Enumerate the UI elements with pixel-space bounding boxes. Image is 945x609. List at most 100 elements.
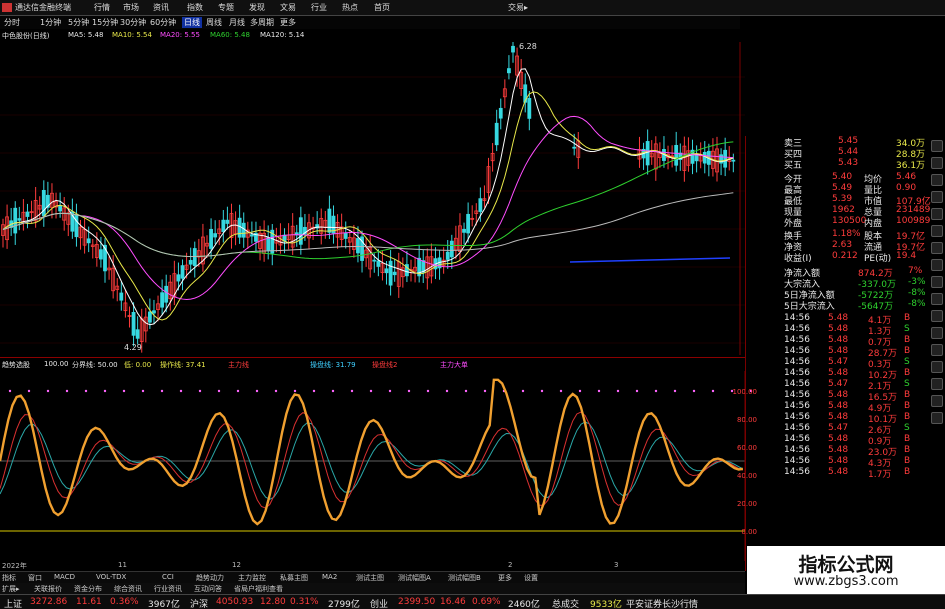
indicator-legend-trade: 操盘线: 31.79 bbox=[310, 361, 356, 369]
sidebar-tool-icon[interactable] bbox=[931, 412, 943, 424]
stat-value: 5.49 bbox=[832, 183, 853, 193]
period-tab-monthly[interactable]: 月线 bbox=[229, 17, 245, 28]
extension-tab[interactable]: 扩展▸ bbox=[2, 584, 20, 594]
menu-item-home[interactable]: 首页 bbox=[374, 2, 390, 13]
sidebar-tool-icon[interactable] bbox=[931, 395, 943, 407]
menu-item-news[interactable]: 资讯 bbox=[153, 2, 169, 13]
top-dot bbox=[597, 389, 601, 393]
period-tab-60min[interactable]: 60分钟 bbox=[150, 17, 176, 28]
top-dot bbox=[483, 389, 487, 393]
extension-tab[interactable]: 行业资讯 bbox=[154, 584, 182, 594]
sidebar-tool-icon[interactable] bbox=[931, 208, 943, 220]
menu-item-industry[interactable]: 行业 bbox=[311, 2, 327, 13]
sidebar-tool-icon[interactable] bbox=[931, 225, 943, 237]
oscillator-lines bbox=[0, 378, 744, 526]
period-tab-30min[interactable]: 30分钟 bbox=[120, 17, 146, 28]
period-tab-weekly[interactable]: 周线 bbox=[206, 17, 222, 28]
indicator-legend-100: 100.00 bbox=[44, 360, 69, 368]
sidebar-tool-icon[interactable] bbox=[931, 378, 943, 390]
menu-item-topics[interactable]: 专题 bbox=[218, 2, 234, 13]
price-grid bbox=[0, 76, 745, 344]
indicator-legend-midline: 分界线: 50.00 bbox=[72, 361, 118, 369]
indicator-tab[interactable]: MACD bbox=[54, 573, 75, 581]
low-price-label: 4.29 bbox=[124, 343, 142, 352]
sidebar-tool-icon[interactable] bbox=[931, 242, 943, 254]
candle-body bbox=[152, 310, 156, 314]
tick-price: 5.48 bbox=[828, 445, 849, 455]
sidebar-tool-icon[interactable] bbox=[931, 191, 943, 203]
period-tab-multi[interactable]: 多周期 bbox=[250, 17, 274, 28]
extension-tab[interactable]: 互动问答 bbox=[194, 584, 222, 594]
top-dot bbox=[293, 389, 297, 393]
trend-line bbox=[569, 257, 731, 263]
top-dot bbox=[369, 389, 373, 393]
stat-label: 外盘 bbox=[784, 219, 803, 229]
pane-separator[interactable] bbox=[0, 357, 745, 358]
sidebar-tool-icon[interactable] bbox=[931, 174, 943, 186]
sidebar-tool-icon[interactable] bbox=[931, 293, 943, 305]
indicator-tab[interactable]: 趋势动力 bbox=[196, 573, 224, 583]
sidebar-tool-icon[interactable] bbox=[931, 344, 943, 356]
candle-body bbox=[13, 207, 18, 234]
indicator-tab[interactable]: 测试主图 bbox=[356, 573, 384, 583]
sidebar-tool-icon[interactable] bbox=[931, 361, 943, 373]
extension-tab[interactable]: 关联报价 bbox=[34, 584, 62, 594]
sidebar-tool-icon[interactable] bbox=[931, 157, 943, 169]
sidebar-tool-icon[interactable] bbox=[931, 140, 943, 152]
quote-panel: 卖三 5.45 34.0万 买四 5.44 28.8万 买五 5.43 36.1万 今开 5.40 均… bbox=[745, 136, 931, 571]
candlestick-chart[interactable]: 5.605.405.205.004.804.604.40 6.28 4.29 bbox=[0, 42, 745, 355]
tick-time: 14:56 bbox=[784, 445, 810, 455]
menu-item-market[interactable]: 市场 bbox=[123, 2, 139, 13]
extension-tab[interactable]: 资金分布 bbox=[74, 584, 102, 594]
period-tab-1min[interactable]: 1分钟 bbox=[40, 17, 61, 28]
menu-item-quotes[interactable]: 行情 bbox=[94, 2, 110, 13]
indicator-tab[interactable]: 窗口 bbox=[28, 573, 42, 583]
indicator-tab[interactable]: 测试幅图A bbox=[398, 573, 431, 583]
broker-label[interactable]: 平安证券长沙行情 bbox=[626, 597, 698, 609]
menu-item-index[interactable]: 指数 bbox=[187, 2, 203, 13]
candle-body bbox=[180, 265, 185, 279]
sz-index-label[interactable]: 沪深 bbox=[190, 597, 208, 609]
extension-tab[interactable]: 省局户福利查看 bbox=[234, 584, 283, 594]
menu-item-wenyi[interactable]: 文易 bbox=[280, 2, 296, 13]
flow-pct: -8% bbox=[908, 299, 926, 309]
indicator-legend-low: 低: 0.00 bbox=[124, 361, 152, 369]
candles bbox=[1, 42, 736, 353]
top-dot bbox=[103, 389, 107, 393]
period-tab-daily[interactable]: 日线 bbox=[182, 17, 202, 28]
candle-body bbox=[213, 233, 218, 238]
period-tab-more[interactable]: 更多 bbox=[280, 17, 296, 28]
candle-body bbox=[176, 274, 181, 282]
indicator-tab[interactable]: CCI bbox=[162, 573, 174, 581]
oscillator-chart[interactable]: 100.0080.0060.0040.0020.000.00 bbox=[0, 371, 760, 561]
indicator-tab[interactable]: 私募主图 bbox=[280, 573, 308, 583]
sh-index-label[interactable]: 上证 bbox=[4, 597, 22, 609]
sidebar-tool-icon[interactable] bbox=[931, 259, 943, 271]
indicator-tab[interactable]: MA2 bbox=[322, 573, 337, 581]
indicator-tab[interactable]: 更多 bbox=[498, 573, 512, 583]
sidebar-tool-icon[interactable] bbox=[931, 276, 943, 288]
indicator-tab[interactable]: 测试幅图B bbox=[448, 573, 481, 583]
extension-tab[interactable]: 综合资讯 bbox=[114, 584, 142, 594]
menu-item-trade[interactable]: 交易▸ bbox=[508, 2, 528, 13]
indicator-tab[interactable]: 主力监控 bbox=[238, 573, 266, 583]
indicator-tab[interactable]: VOL-TDX bbox=[96, 573, 126, 581]
period-tab-15min[interactable]: 15分钟 bbox=[92, 17, 118, 28]
tick-time: 14:56 bbox=[784, 379, 810, 389]
indicator-tab[interactable]: 设置 bbox=[524, 573, 538, 583]
period-tab-intraday[interactable]: 分时 bbox=[4, 17, 20, 28]
stat-value: 5.40 bbox=[832, 172, 853, 182]
sidebar-tool-icon[interactable] bbox=[931, 327, 943, 339]
menu-item-discover[interactable]: 发现 bbox=[249, 2, 265, 13]
sidebar-tool-icon[interactable] bbox=[931, 310, 943, 322]
sh-index-pct: 0.36% bbox=[110, 597, 139, 607]
period-tab-5min[interactable]: 5分钟 bbox=[68, 17, 89, 28]
indicator-legend-trade2: 操盘线2 bbox=[372, 361, 398, 369]
indicator-name[interactable]: 趋势选股 bbox=[2, 360, 30, 370]
sz-index-amount: 2799亿 bbox=[328, 600, 360, 609]
stat-value: 2.63 bbox=[832, 240, 853, 250]
indicator-tab[interactable]: 指标 bbox=[2, 573, 16, 583]
menu-item-hot[interactable]: 热点 bbox=[342, 2, 358, 13]
cy-index-label[interactable]: 创业 bbox=[370, 597, 388, 609]
ma-lines bbox=[2, 68, 734, 326]
